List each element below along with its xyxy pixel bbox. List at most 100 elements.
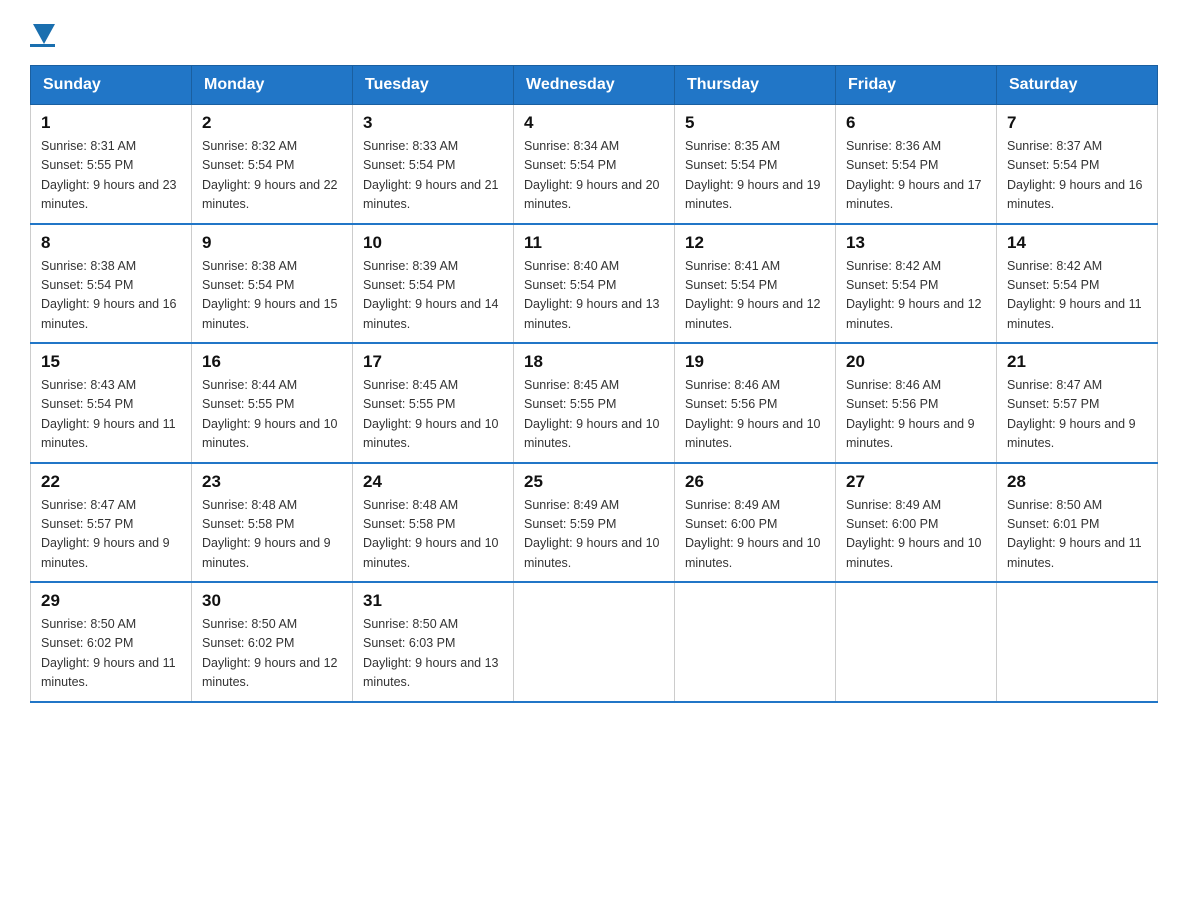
day-info: Sunrise: 8:42 AMSunset: 5:54 PMDaylight:… [1007, 259, 1142, 331]
calendar-cell: 31 Sunrise: 8:50 AMSunset: 6:03 PMDaylig… [353, 582, 514, 702]
day-info: Sunrise: 8:49 AMSunset: 6:00 PMDaylight:… [685, 498, 821, 570]
day-number: 1 [41, 113, 181, 133]
calendar-cell: 14 Sunrise: 8:42 AMSunset: 5:54 PMDaylig… [997, 224, 1158, 344]
calendar-cell: 1 Sunrise: 8:31 AMSunset: 5:55 PMDayligh… [31, 105, 192, 224]
calendar-cell: 20 Sunrise: 8:46 AMSunset: 5:56 PMDaylig… [836, 343, 997, 463]
day-number: 26 [685, 472, 825, 492]
day-info: Sunrise: 8:46 AMSunset: 5:56 PMDaylight:… [846, 378, 975, 450]
day-info: Sunrise: 8:50 AMSunset: 6:03 PMDaylight:… [363, 617, 499, 689]
calendar-cell: 11 Sunrise: 8:40 AMSunset: 5:54 PMDaylig… [514, 224, 675, 344]
calendar-cell: 29 Sunrise: 8:50 AMSunset: 6:02 PMDaylig… [31, 582, 192, 702]
day-info: Sunrise: 8:46 AMSunset: 5:56 PMDaylight:… [685, 378, 821, 450]
calendar-cell: 8 Sunrise: 8:38 AMSunset: 5:54 PMDayligh… [31, 224, 192, 344]
day-info: Sunrise: 8:34 AMSunset: 5:54 PMDaylight:… [524, 139, 660, 211]
day-number: 27 [846, 472, 986, 492]
day-number: 12 [685, 233, 825, 253]
day-info: Sunrise: 8:45 AMSunset: 5:55 PMDaylight:… [363, 378, 499, 450]
weekday-header-row: SundayMondayTuesdayWednesdayThursdayFrid… [31, 66, 1158, 105]
calendar-table: SundayMondayTuesdayWednesdayThursdayFrid… [30, 65, 1158, 703]
day-info: Sunrise: 8:47 AMSunset: 5:57 PMDaylight:… [41, 498, 170, 570]
day-info: Sunrise: 8:44 AMSunset: 5:55 PMDaylight:… [202, 378, 338, 450]
calendar-cell: 30 Sunrise: 8:50 AMSunset: 6:02 PMDaylig… [192, 582, 353, 702]
calendar-week-row: 1 Sunrise: 8:31 AMSunset: 5:55 PMDayligh… [31, 105, 1158, 224]
day-number: 21 [1007, 352, 1147, 372]
calendar-cell: 28 Sunrise: 8:50 AMSunset: 6:01 PMDaylig… [997, 463, 1158, 583]
calendar-cell: 12 Sunrise: 8:41 AMSunset: 5:54 PMDaylig… [675, 224, 836, 344]
day-number: 28 [1007, 472, 1147, 492]
logo-underline [30, 44, 55, 47]
day-number: 11 [524, 233, 664, 253]
day-info: Sunrise: 8:47 AMSunset: 5:57 PMDaylight:… [1007, 378, 1136, 450]
calendar-cell: 18 Sunrise: 8:45 AMSunset: 5:55 PMDaylig… [514, 343, 675, 463]
calendar-cell: 19 Sunrise: 8:46 AMSunset: 5:56 PMDaylig… [675, 343, 836, 463]
day-number: 4 [524, 113, 664, 133]
calendar-cell: 22 Sunrise: 8:47 AMSunset: 5:57 PMDaylig… [31, 463, 192, 583]
weekday-header-thursday: Thursday [675, 66, 836, 105]
calendar-cell [675, 582, 836, 702]
day-info: Sunrise: 8:32 AMSunset: 5:54 PMDaylight:… [202, 139, 338, 211]
day-number: 5 [685, 113, 825, 133]
calendar-cell: 25 Sunrise: 8:49 AMSunset: 5:59 PMDaylig… [514, 463, 675, 583]
day-number: 7 [1007, 113, 1147, 133]
day-number: 25 [524, 472, 664, 492]
day-number: 14 [1007, 233, 1147, 253]
day-number: 17 [363, 352, 503, 372]
day-info: Sunrise: 8:50 AMSunset: 6:01 PMDaylight:… [1007, 498, 1142, 570]
weekday-header-tuesday: Tuesday [353, 66, 514, 105]
calendar-cell: 13 Sunrise: 8:42 AMSunset: 5:54 PMDaylig… [836, 224, 997, 344]
day-info: Sunrise: 8:31 AMSunset: 5:55 PMDaylight:… [41, 139, 177, 211]
weekday-header-friday: Friday [836, 66, 997, 105]
day-number: 22 [41, 472, 181, 492]
logo-triangle-icon [33, 24, 55, 44]
calendar-cell: 17 Sunrise: 8:45 AMSunset: 5:55 PMDaylig… [353, 343, 514, 463]
day-number: 15 [41, 352, 181, 372]
day-info: Sunrise: 8:42 AMSunset: 5:54 PMDaylight:… [846, 259, 982, 331]
day-number: 19 [685, 352, 825, 372]
weekday-header-sunday: Sunday [31, 66, 192, 105]
day-number: 8 [41, 233, 181, 253]
day-info: Sunrise: 8:50 AMSunset: 6:02 PMDaylight:… [41, 617, 176, 689]
calendar-week-row: 8 Sunrise: 8:38 AMSunset: 5:54 PMDayligh… [31, 224, 1158, 344]
day-number: 29 [41, 591, 181, 611]
calendar-cell: 24 Sunrise: 8:48 AMSunset: 5:58 PMDaylig… [353, 463, 514, 583]
day-info: Sunrise: 8:38 AMSunset: 5:54 PMDaylight:… [41, 259, 177, 331]
day-number: 20 [846, 352, 986, 372]
weekday-header-wednesday: Wednesday [514, 66, 675, 105]
page-header [30, 20, 1158, 47]
day-number: 23 [202, 472, 342, 492]
day-number: 24 [363, 472, 503, 492]
day-info: Sunrise: 8:45 AMSunset: 5:55 PMDaylight:… [524, 378, 660, 450]
weekday-header-monday: Monday [192, 66, 353, 105]
day-number: 2 [202, 113, 342, 133]
calendar-cell [836, 582, 997, 702]
day-number: 30 [202, 591, 342, 611]
day-number: 13 [846, 233, 986, 253]
day-info: Sunrise: 8:50 AMSunset: 6:02 PMDaylight:… [202, 617, 338, 689]
day-number: 9 [202, 233, 342, 253]
calendar-body: 1 Sunrise: 8:31 AMSunset: 5:55 PMDayligh… [31, 105, 1158, 702]
day-number: 10 [363, 233, 503, 253]
day-number: 31 [363, 591, 503, 611]
day-info: Sunrise: 8:43 AMSunset: 5:54 PMDaylight:… [41, 378, 176, 450]
calendar-cell: 10 Sunrise: 8:39 AMSunset: 5:54 PMDaylig… [353, 224, 514, 344]
calendar-cell: 27 Sunrise: 8:49 AMSunset: 6:00 PMDaylig… [836, 463, 997, 583]
day-info: Sunrise: 8:35 AMSunset: 5:54 PMDaylight:… [685, 139, 821, 211]
day-info: Sunrise: 8:39 AMSunset: 5:54 PMDaylight:… [363, 259, 499, 331]
day-info: Sunrise: 8:41 AMSunset: 5:54 PMDaylight:… [685, 259, 821, 331]
calendar-cell: 7 Sunrise: 8:37 AMSunset: 5:54 PMDayligh… [997, 105, 1158, 224]
day-info: Sunrise: 8:36 AMSunset: 5:54 PMDaylight:… [846, 139, 982, 211]
day-info: Sunrise: 8:38 AMSunset: 5:54 PMDaylight:… [202, 259, 338, 331]
calendar-week-row: 29 Sunrise: 8:50 AMSunset: 6:02 PMDaylig… [31, 582, 1158, 702]
day-info: Sunrise: 8:48 AMSunset: 5:58 PMDaylight:… [363, 498, 499, 570]
calendar-cell: 15 Sunrise: 8:43 AMSunset: 5:54 PMDaylig… [31, 343, 192, 463]
day-info: Sunrise: 8:49 AMSunset: 6:00 PMDaylight:… [846, 498, 982, 570]
calendar-cell: 23 Sunrise: 8:48 AMSunset: 5:58 PMDaylig… [192, 463, 353, 583]
day-number: 3 [363, 113, 503, 133]
day-info: Sunrise: 8:40 AMSunset: 5:54 PMDaylight:… [524, 259, 660, 331]
calendar-cell: 2 Sunrise: 8:32 AMSunset: 5:54 PMDayligh… [192, 105, 353, 224]
calendar-cell: 16 Sunrise: 8:44 AMSunset: 5:55 PMDaylig… [192, 343, 353, 463]
calendar-cell: 3 Sunrise: 8:33 AMSunset: 5:54 PMDayligh… [353, 105, 514, 224]
calendar-cell [997, 582, 1158, 702]
logo [30, 20, 55, 47]
calendar-cell: 26 Sunrise: 8:49 AMSunset: 6:00 PMDaylig… [675, 463, 836, 583]
